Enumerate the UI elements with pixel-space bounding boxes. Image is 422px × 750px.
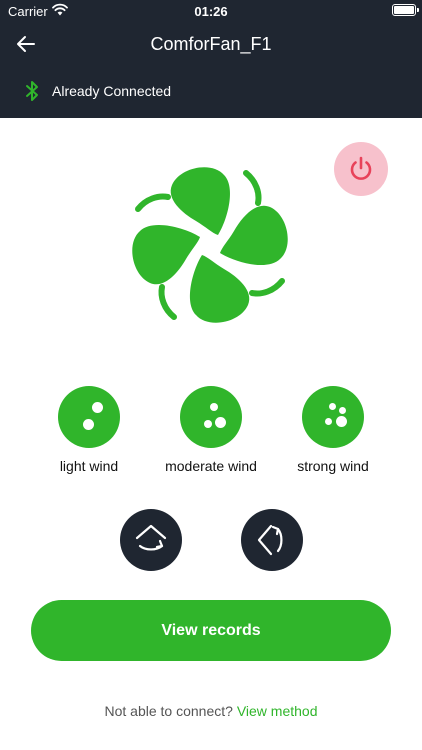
moderate-wind-button[interactable]: moderate wind [161,386,261,474]
view-method-link[interactable]: View method [237,703,318,719]
status-bar: Carrier 01:26 [0,0,422,22]
strong-wind-icon [302,386,364,448]
fan-icon [116,167,304,339]
strong-wind-label: strong wind [297,458,369,474]
connection-status: Already Connected [52,83,172,99]
connection-help: Not able to connect? View method [0,703,422,719]
strong-wind-button[interactable]: strong wind [283,386,383,474]
status-time: 01:26 [194,4,228,19]
help-question: Not able to connect? [104,703,233,719]
back-arrow-icon[interactable] [14,32,38,56]
light-wind-button[interactable]: light wind [39,386,139,474]
header-bar: Carrier 01:26 ComforFan_F1 Already Conne… [0,0,422,118]
oscillate-left-right-icon [257,524,283,556]
light-wind-label: light wind [59,458,119,474]
light-wind-icon [58,386,120,448]
battery-icon [392,4,419,16]
bluetooth-icon [26,81,38,101]
oscillate-up-down-icon [135,524,167,551]
view-records-button[interactable]: View records [31,600,391,661]
page-title: ComforFan_F1 [150,34,272,54]
power-icon [350,156,372,180]
moderate-wind-icon [180,386,242,448]
oscillate-up-down-button[interactable] [120,509,182,571]
moderate-wind-label: moderate wind [165,458,257,474]
power-button[interactable] [334,142,388,196]
oscillate-left-right-button[interactable] [241,509,303,571]
